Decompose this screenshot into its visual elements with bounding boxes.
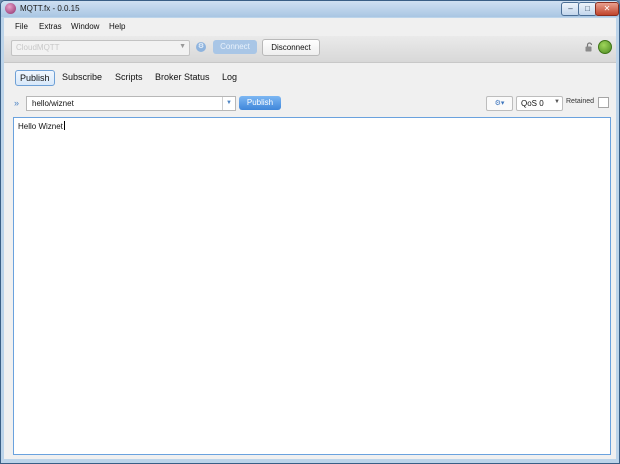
client-area: File Extras Window Help CloudMQTT ▼ ⚙ Co…: [4, 18, 616, 459]
profile-combo[interactable]: CloudMQTT ▼: [11, 40, 190, 56]
menu-bar: File Extras Window Help: [4, 18, 616, 36]
topic-value: hello/wiznet: [32, 99, 74, 108]
topic-dropdown-icon[interactable]: ▼: [222, 97, 235, 110]
tab-publish[interactable]: Publish: [15, 70, 55, 86]
app-window: MQTT.fx - 0.0.15 – □ ✕ File Extras Windo…: [0, 0, 620, 464]
settings-gear-icon[interactable]: ⚙: [196, 42, 206, 52]
publish-row: » hello/wiznet ▼ Publish ⚙▾ QoS 0 ▼ Reta…: [4, 95, 616, 115]
chevron-down-icon: ▼: [554, 99, 560, 105]
menu-window[interactable]: Window: [71, 22, 99, 31]
title-bar[interactable]: MQTT.fx - 0.0.15 – □ ✕: [1, 1, 619, 17]
topic-input[interactable]: hello/wiznet ▼: [26, 96, 236, 111]
qos-select[interactable]: QoS 0 ▼: [516, 96, 563, 111]
profile-combo-value: CloudMQTT: [16, 43, 60, 52]
menu-help[interactable]: Help: [109, 22, 125, 31]
unlock-icon: [585, 42, 593, 52]
close-button[interactable]: ✕: [595, 2, 619, 16]
window-title: MQTT.fx - 0.0.15: [20, 4, 80, 13]
tab-broker-status[interactable]: Broker Status: [155, 70, 210, 84]
connection-toolbar: CloudMQTT ▼ ⚙ Connect Disconnect: [4, 36, 616, 63]
tab-bar: Publish Subscribe Scripts Broker Status …: [4, 63, 616, 91]
menu-extras[interactable]: Extras: [39, 22, 62, 31]
tab-subscribe[interactable]: Subscribe: [62, 70, 102, 84]
text-caret: [63, 121, 65, 130]
qos-value: QoS 0: [521, 99, 544, 108]
payload-value: Hello Wiznet: [18, 122, 63, 131]
menu-file[interactable]: File: [15, 22, 28, 31]
options-gear-icon[interactable]: ⚙▾: [486, 96, 513, 111]
connection-status-icon: [598, 40, 612, 54]
app-icon: [5, 3, 16, 14]
tab-scripts[interactable]: Scripts: [115, 70, 143, 84]
payload-editor[interactable]: Hello Wiznet: [13, 117, 611, 455]
retained-label: Retained: [566, 98, 595, 105]
payload-text: Hello Wiznet: [18, 121, 65, 131]
chevron-down-icon: ▼: [179, 43, 186, 50]
tab-log[interactable]: Log: [222, 70, 237, 84]
expand-icon[interactable]: »: [14, 98, 19, 108]
connect-button[interactable]: Connect: [213, 40, 257, 54]
disconnect-button[interactable]: Disconnect: [262, 39, 320, 56]
publish-button[interactable]: Publish: [239, 96, 281, 110]
retained-checkbox[interactable]: [598, 97, 609, 108]
